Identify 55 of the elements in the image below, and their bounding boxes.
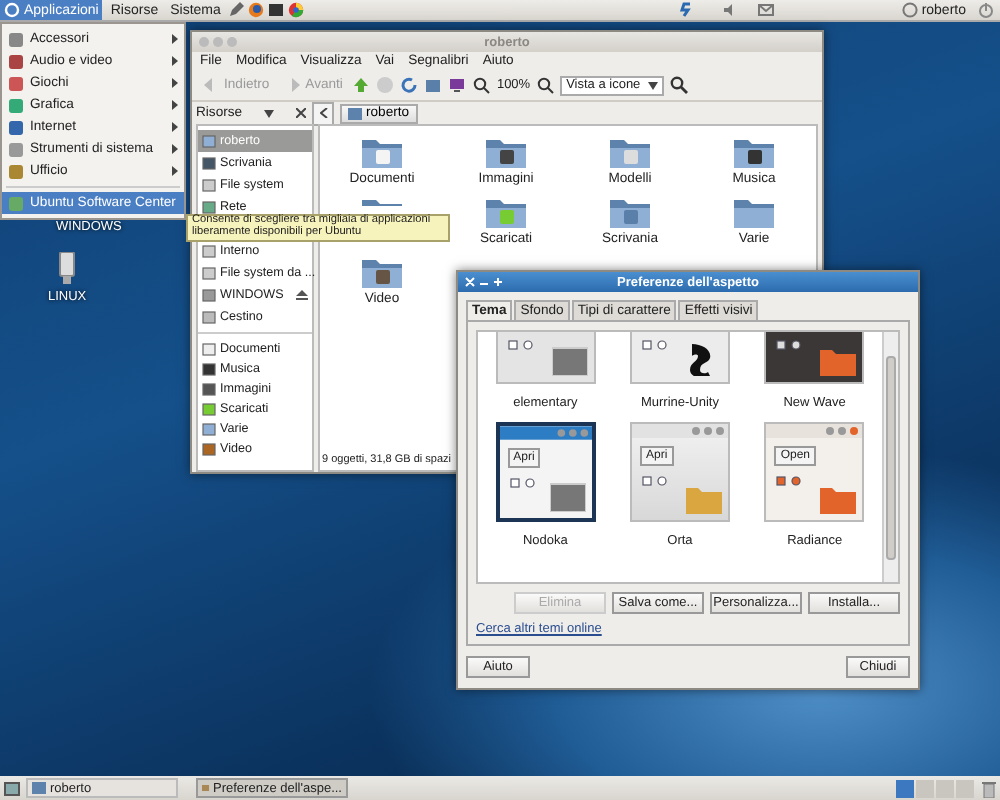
submenu-arrow-icon: [172, 100, 178, 110]
checkbox-radio-drawing: [641, 476, 670, 486]
window-icon: [32, 782, 46, 794]
usb-drive-icon[interactable]: [58, 252, 77, 286]
home-folder-icon: [202, 134, 216, 148]
eject-icon[interactable]: [296, 290, 308, 300]
logo-icon: [4, 2, 20, 18]
checkbox-radio-drawing: [776, 340, 805, 350]
workspace-switcher[interactable]: [896, 779, 976, 797]
submenu-arrow-icon: [172, 34, 178, 44]
submenu-arrow-icon: [172, 78, 178, 88]
usb-drive-icon: [202, 288, 216, 302]
home-folder-icon: [348, 107, 362, 119]
chevron-left-icon: [319, 108, 327, 118]
trash-icon: [202, 310, 216, 324]
network-icon: [202, 200, 216, 214]
pencil-icon[interactable]: [228, 2, 245, 18]
caret-icon[interactable]: [264, 109, 275, 117]
title-bar-drawing: [766, 424, 863, 438]
sync-icon[interactable]: [677, 2, 694, 18]
show-desktop-icon[interactable]: [4, 781, 20, 795]
title-bar-drawing: [631, 424, 728, 438]
submenu-arrow-icon: [172, 56, 178, 66]
close-icon[interactable]: [295, 108, 306, 118]
image-icon: [551, 344, 588, 376]
caret-icon: [648, 81, 659, 89]
home-icon[interactable]: [424, 76, 443, 94]
power-icon[interactable]: [978, 2, 994, 18]
title-bar-drawing: [499, 426, 592, 440]
checkbox-radio-drawing: [507, 340, 536, 350]
volume-icon[interactable]: [721, 2, 738, 18]
window-controls-drawing[interactable]: [464, 276, 508, 288]
trash-icon[interactable]: [982, 779, 996, 797]
checkbox-radio-drawing: [776, 476, 805, 486]
mail-icon[interactable]: [757, 2, 774, 18]
checkbox-radio-drawing: [509, 478, 538, 488]
submenu-arrow-icon: [172, 122, 178, 132]
drive-icon: [202, 178, 216, 192]
submenu-arrow-icon: [172, 166, 178, 176]
path-back-button[interactable]: [312, 101, 334, 125]
submenu-arrow-icon: [172, 144, 178, 154]
window-icon: [202, 782, 210, 794]
browser-icon[interactable]: [248, 2, 265, 18]
up-arrow-icon[interactable]: [352, 76, 371, 94]
search-icon[interactable]: [670, 76, 689, 94]
checkbox-radio-drawing: [641, 340, 670, 350]
computer-icon[interactable]: [448, 76, 467, 94]
terminal-icon[interactable]: [268, 2, 285, 18]
zoom-out-icon[interactable]: [472, 76, 491, 94]
reload-icon[interactable]: [400, 76, 419, 94]
scrollbar[interactable]: [882, 332, 898, 582]
zoom-in-icon[interactable]: [536, 76, 555, 94]
user-icon[interactable]: [901, 2, 918, 18]
browser-icon[interactable]: [288, 2, 305, 18]
image-icon: [549, 480, 586, 512]
